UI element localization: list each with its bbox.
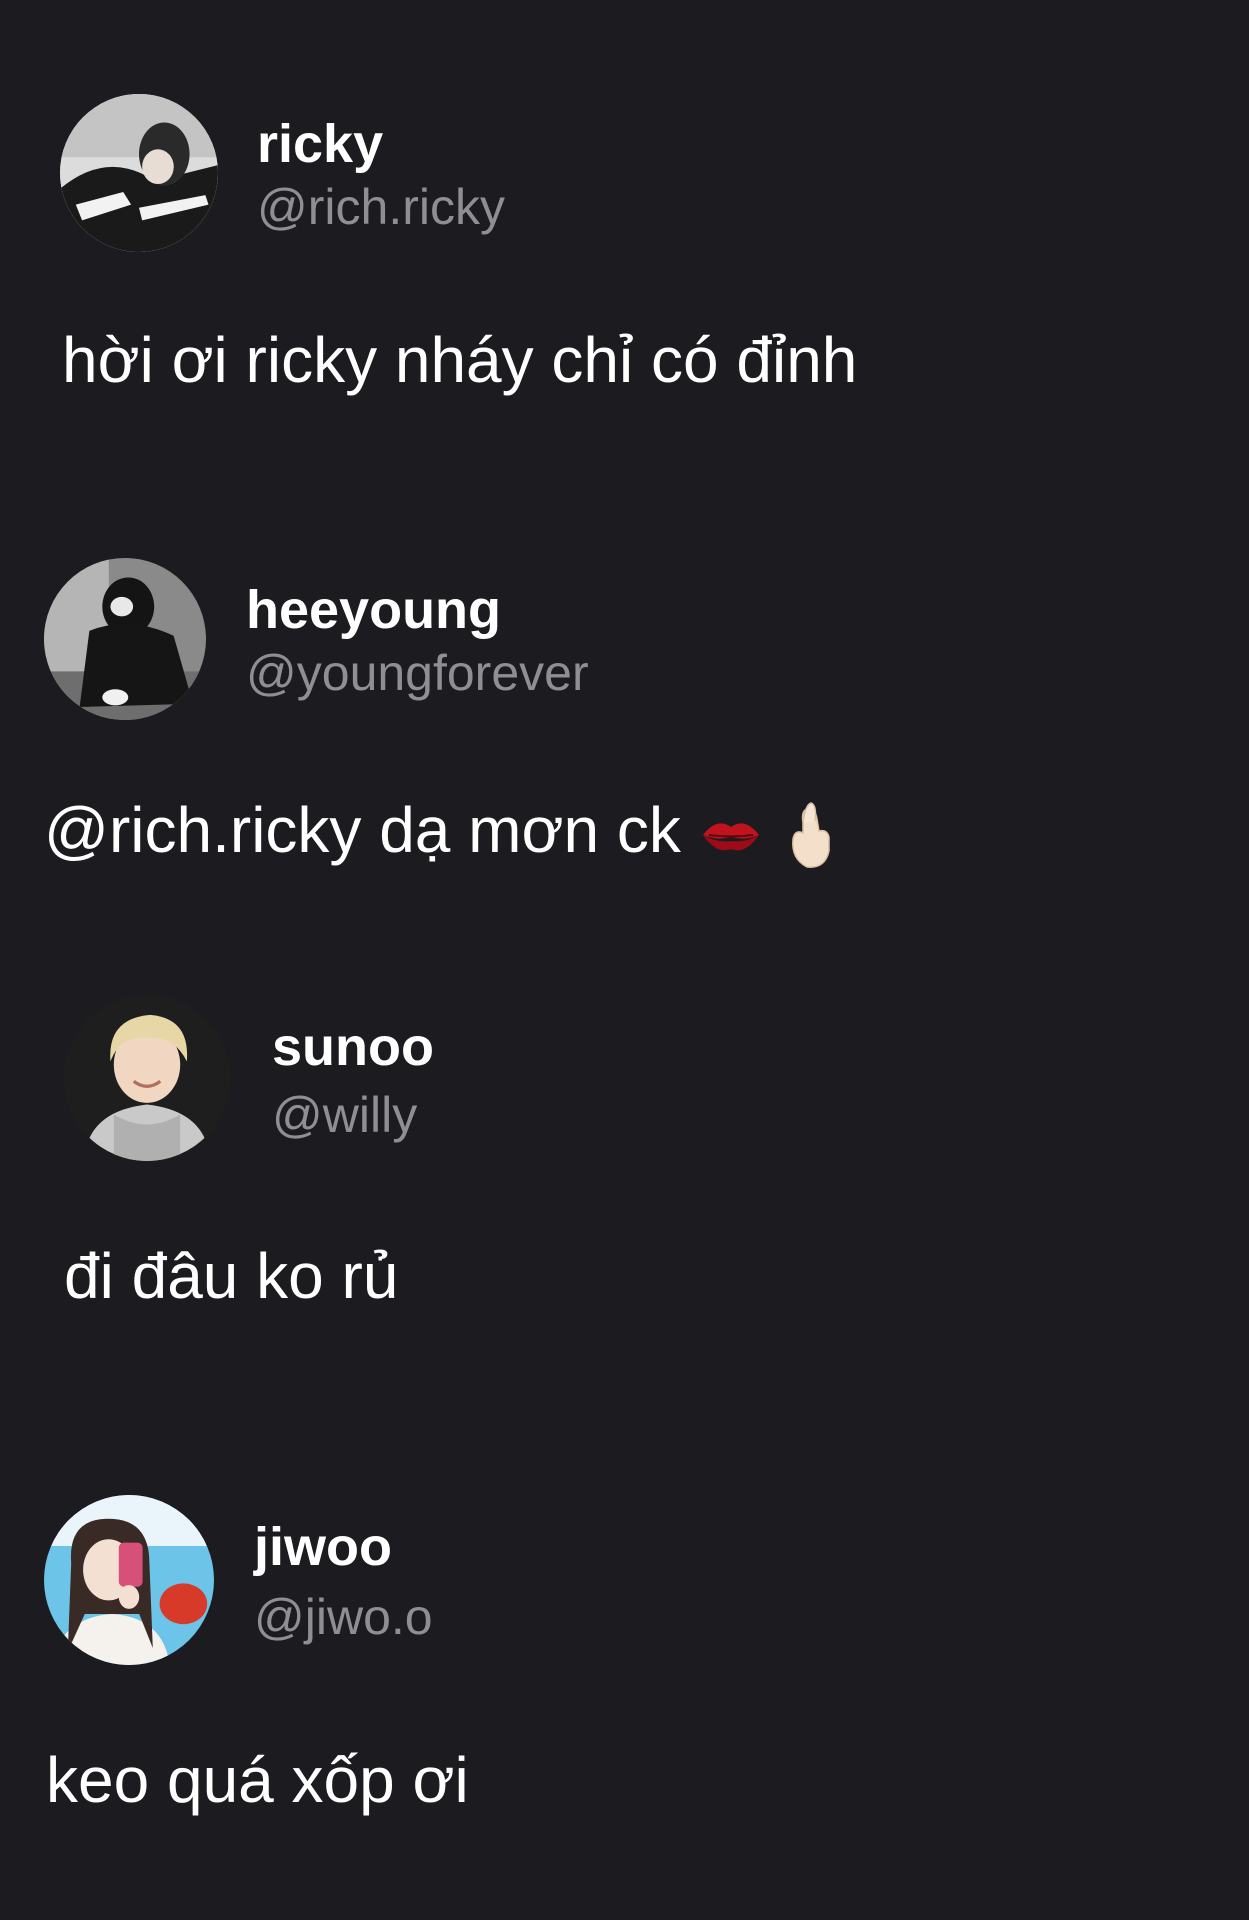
post-text: hời ơi ricky nháy chỉ có đỉnh [62, 324, 858, 396]
user-handle[interactable]: @jiwo.o [254, 1592, 433, 1642]
display-name[interactable]: heeyoung [246, 583, 501, 637]
avatar[interactable] [64, 995, 230, 1161]
avatar[interactable] [44, 1495, 214, 1665]
avatar[interactable] [44, 558, 206, 720]
display-name[interactable]: ricky [257, 117, 383, 171]
user-handle[interactable]: @youngforever [246, 648, 589, 698]
avatar-photo-sunoo-icon [64, 995, 230, 1161]
kiss-mark-icon [699, 805, 763, 865]
display-name[interactable]: sunoo [272, 1020, 434, 1074]
display-name[interactable]: jiwoo [254, 1520, 392, 1574]
avatar[interactable] [60, 94, 218, 252]
post-text-row: @rich.ricky dạ mơn ck [44, 798, 837, 871]
avatar-photo-ricky-icon [60, 94, 218, 252]
avatar-photo-heeyoung-icon [44, 558, 206, 720]
post-text: keo quá xốp ơi [46, 1744, 469, 1816]
avatar-photo-jiwoo-icon [44, 1495, 214, 1665]
post-text: đi đâu ko rủ [64, 1240, 399, 1312]
user-handle[interactable]: @willy [272, 1090, 417, 1140]
user-handle[interactable]: @rich.ricky [257, 182, 505, 232]
finger-heart-icon [781, 799, 837, 871]
post-text: @rich.ricky dạ mơn ck [44, 794, 681, 866]
